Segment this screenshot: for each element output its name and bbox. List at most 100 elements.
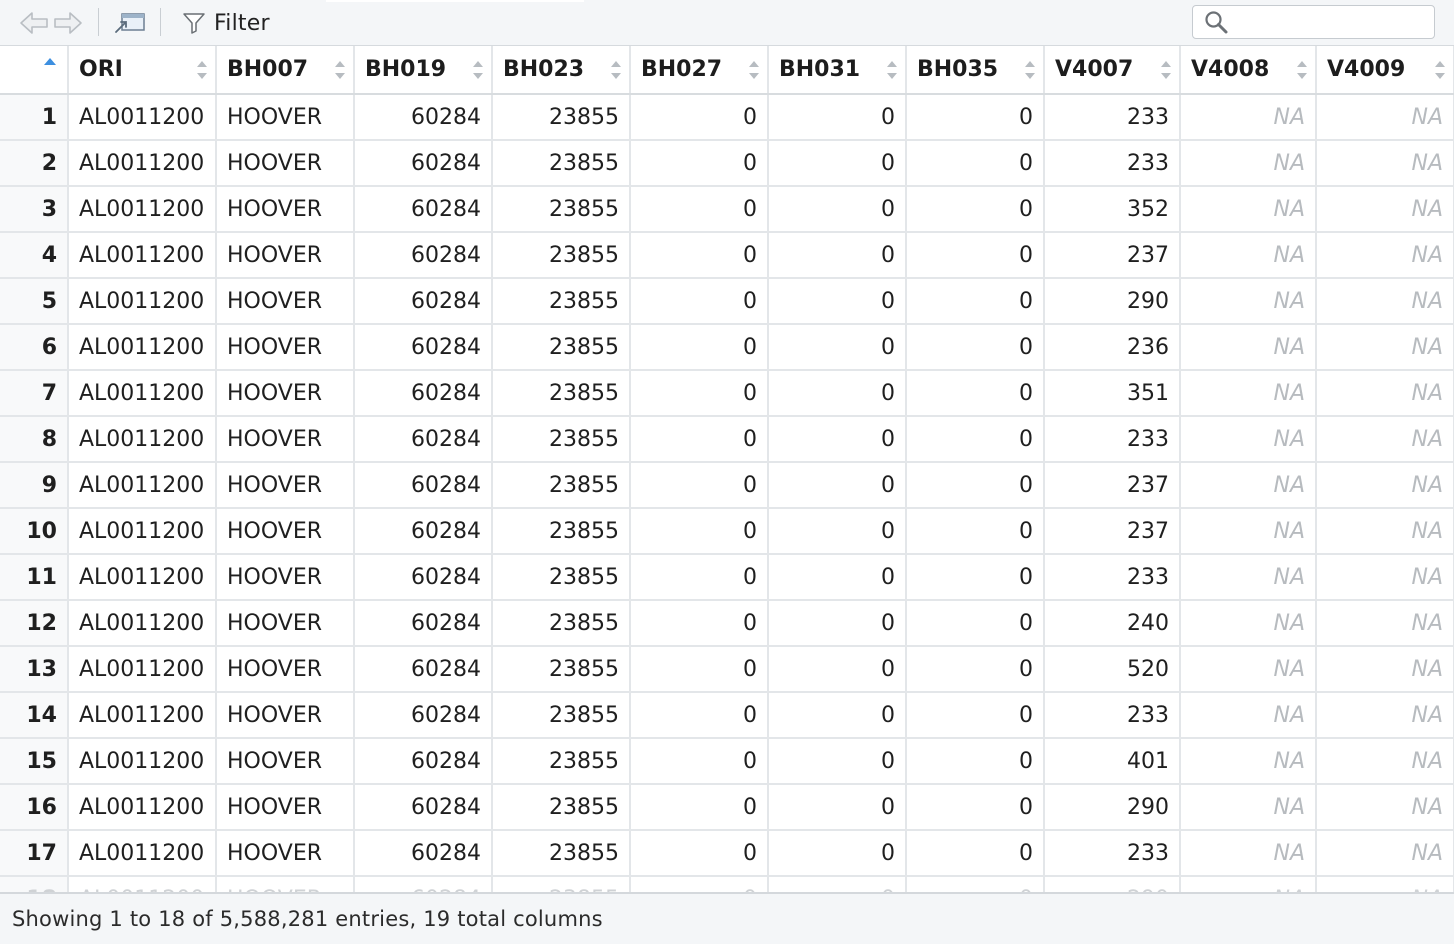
cell-v4007[interactable]: 290: [1044, 278, 1181, 325]
table-row[interactable]: 13 AL0011200 HOOVER 60284 23855 0 0 0 520 NA NA: [0, 646, 1454, 693]
sort-arrows-icon[interactable]: [1025, 60, 1035, 79]
filter-button[interactable]: Filter: [182, 8, 270, 38]
cell-v4009[interactable]: NA: [1316, 140, 1454, 187]
cell-v4008[interactable]: NA: [1180, 646, 1317, 693]
cell-bh019[interactable]: 60284: [354, 324, 493, 371]
cell-bh031[interactable]: 0: [768, 94, 907, 141]
cell-bh027[interactable]: 0: [630, 646, 769, 693]
cell-v4009[interactable]: NA: [1316, 830, 1454, 877]
cell-ori[interactable]: AL0011200: [68, 692, 217, 739]
table-row[interactable]: 10 AL0011200 HOOVER 60284 23855 0 0 0 237 NA NA: [0, 508, 1454, 555]
cell-v4007[interactable]: 237: [1044, 232, 1181, 279]
table-row[interactable]: 17 AL0011200 HOOVER 60284 23855 0 0 0 233 NA NA: [0, 830, 1454, 877]
forward-button[interactable]: [52, 10, 84, 36]
cell-bh031[interactable]: 0: [768, 278, 907, 325]
sort-arrows-icon[interactable]: [1435, 60, 1445, 79]
table-row[interactable]: 14 AL0011200 HOOVER 60284 23855 0 0 0 233 NA NA: [0, 692, 1454, 739]
cell-v4008[interactable]: NA: [1180, 600, 1317, 647]
row-number[interactable]: 8: [0, 416, 69, 463]
cell-bh019[interactable]: 60284: [354, 784, 493, 831]
cell-ori[interactable]: AL0011200: [68, 830, 217, 877]
cell-ori[interactable]: AL0011200: [68, 278, 217, 325]
cell-v4007[interactable]: 401: [1044, 738, 1181, 785]
cell-bh031[interactable]: 0: [768, 554, 907, 601]
data-grid[interactable]: ORI BH007 BH019 BH023 BH027 BH031 BH035 V4007 V4…: [0, 46, 1454, 892]
table-row[interactable]: 12 AL0011200 HOOVER 60284 23855 0 0 0 240 NA NA: [0, 600, 1454, 647]
cell-v4009[interactable]: NA: [1316, 646, 1454, 693]
row-number[interactable]: 17: [0, 830, 69, 877]
column-header-v4007[interactable]: V4007: [1044, 46, 1181, 95]
row-number[interactable]: 16: [0, 784, 69, 831]
row-number[interactable]: 5: [0, 278, 69, 325]
cell-v4008[interactable]: NA: [1180, 94, 1317, 141]
cell-v4007[interactable]: 233: [1044, 140, 1181, 187]
search-input[interactable]: [1231, 7, 1434, 37]
row-number[interactable]: 12: [0, 600, 69, 647]
cell-v4007[interactable]: 233: [1044, 416, 1181, 463]
cell-v4009[interactable]: NA: [1316, 186, 1454, 233]
cell-bh035[interactable]: 0: [906, 508, 1045, 555]
cell-bh019[interactable]: 60284: [354, 508, 493, 555]
cell-ori[interactable]: AL0011200: [68, 646, 217, 693]
cell-bh023[interactable]: 23855: [492, 600, 631, 647]
table-row[interactable]: 15 AL0011200 HOOVER 60284 23855 0 0 0 401 NA NA: [0, 738, 1454, 785]
cell-bh007[interactable]: HOOVER: [216, 876, 355, 892]
cell-bh007[interactable]: HOOVER: [216, 830, 355, 877]
cell-v4008[interactable]: NA: [1180, 140, 1317, 187]
sort-arrows-icon[interactable]: [611, 60, 621, 79]
sort-arrows-icon[interactable]: [335, 60, 345, 79]
cell-v4007[interactable]: 233: [1044, 692, 1181, 739]
cell-bh027[interactable]: 0: [630, 140, 769, 187]
cell-v4009[interactable]: NA: [1316, 508, 1454, 555]
cell-bh007[interactable]: HOOVER: [216, 232, 355, 279]
cell-bh035[interactable]: 0: [906, 876, 1045, 892]
cell-bh019[interactable]: 60284: [354, 876, 493, 892]
cell-bh007[interactable]: HOOVER: [216, 738, 355, 785]
cell-bh035[interactable]: 0: [906, 692, 1045, 739]
cell-bh027[interactable]: 0: [630, 830, 769, 877]
cell-v4007[interactable]: 236: [1044, 324, 1181, 371]
cell-bh007[interactable]: HOOVER: [216, 140, 355, 187]
column-header-bh035[interactable]: BH035: [906, 46, 1045, 95]
cell-v4007[interactable]: 237: [1044, 462, 1181, 509]
cell-bh019[interactable]: 60284: [354, 232, 493, 279]
cell-bh031[interactable]: 0: [768, 600, 907, 647]
cell-bh023[interactable]: 23855: [492, 278, 631, 325]
table-row[interactable]: 1 AL0011200 HOOVER 60284 23855 0 0 0 233 NA NA: [0, 94, 1454, 141]
cell-bh027[interactable]: 0: [630, 370, 769, 417]
cell-v4007[interactable]: 290: [1044, 876, 1181, 892]
cell-bh031[interactable]: 0: [768, 324, 907, 371]
cell-bh035[interactable]: 0: [906, 830, 1045, 877]
column-header-v4008[interactable]: V4008: [1180, 46, 1317, 95]
table-row[interactable]: 4 AL0011200 HOOVER 60284 23855 0 0 0 237 NA NA: [0, 232, 1454, 279]
column-header-bh027[interactable]: BH027: [630, 46, 769, 95]
cell-bh027[interactable]: 0: [630, 508, 769, 555]
cell-bh019[interactable]: 60284: [354, 416, 493, 463]
sort-arrows-icon[interactable]: [197, 60, 207, 79]
cell-bh019[interactable]: 60284: [354, 646, 493, 693]
cell-bh023[interactable]: 23855: [492, 324, 631, 371]
popout-button[interactable]: [112, 10, 148, 36]
cell-bh007[interactable]: HOOVER: [216, 554, 355, 601]
row-number[interactable]: 1: [0, 94, 69, 141]
cell-ori[interactable]: AL0011200: [68, 232, 217, 279]
cell-bh031[interactable]: 0: [768, 830, 907, 877]
cell-bh035[interactable]: 0: [906, 370, 1045, 417]
cell-ori[interactable]: AL0011200: [68, 784, 217, 831]
table-row[interactable]: 5 AL0011200 HOOVER 60284 23855 0 0 0 290 NA NA: [0, 278, 1454, 325]
cell-v4009[interactable]: NA: [1316, 232, 1454, 279]
cell-bh027[interactable]: 0: [630, 554, 769, 601]
cell-bh019[interactable]: 60284: [354, 600, 493, 647]
cell-v4008[interactable]: NA: [1180, 278, 1317, 325]
cell-ori[interactable]: AL0011200: [68, 370, 217, 417]
cell-bh007[interactable]: HOOVER: [216, 370, 355, 417]
cell-bh031[interactable]: 0: [768, 876, 907, 892]
column-header-bh023[interactable]: BH023: [492, 46, 631, 95]
row-number[interactable]: 11: [0, 554, 69, 601]
cell-v4008[interactable]: NA: [1180, 830, 1317, 877]
cell-bh023[interactable]: 23855: [492, 508, 631, 555]
cell-bh007[interactable]: HOOVER: [216, 186, 355, 233]
cell-bh019[interactable]: 60284: [354, 186, 493, 233]
cell-bh007[interactable]: HOOVER: [216, 94, 355, 141]
cell-bh007[interactable]: HOOVER: [216, 462, 355, 509]
